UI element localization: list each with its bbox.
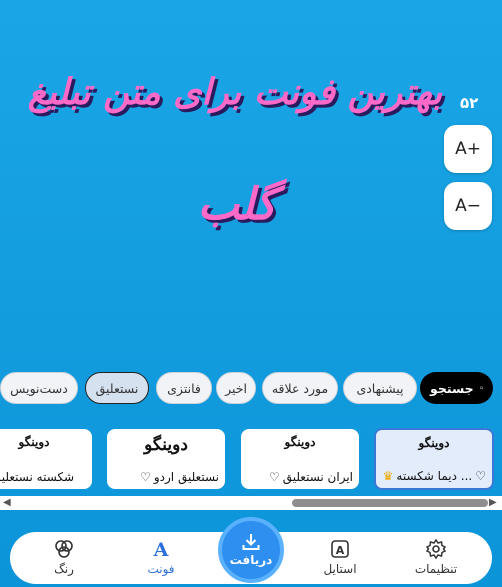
download-button[interactable]: دریافت (218, 517, 284, 583)
nav-style-label: استایل (323, 562, 357, 576)
chip-suggested[interactable]: پیشنهادی (343, 372, 417, 404)
font-card[interactable]: دوینگو ♡ نستعلیق اردو (107, 429, 225, 489)
search-button[interactable]: جستجو (420, 372, 493, 404)
nav-font[interactable]: A فونت (125, 538, 197, 576)
heart-icon[interactable]: ♡ (269, 470, 280, 484)
download-label: دریافت (229, 553, 273, 567)
font-card[interactable]: دوینگو ♡ ایران نستعلیق (241, 429, 359, 489)
increase-size-button[interactable]: A+ (444, 125, 492, 173)
scroll-left-icon[interactable]: ◀ (3, 497, 11, 508)
search-label: جستجو (430, 380, 474, 396)
font-size-value: ۵۲ (460, 94, 479, 112)
chip-handwriting[interactable]: دست‌نویس (0, 372, 78, 404)
font-name: نستعلیق اردو (153, 470, 219, 484)
search-icon (479, 386, 483, 390)
style-icon: A (331, 540, 349, 558)
preview-line2: گلب (198, 178, 288, 230)
nav-settings-label: تنظیمات (414, 562, 458, 576)
nav-style[interactable]: A استایل (304, 538, 376, 576)
font-list: دوینگو ♡ شکسته نستعلیق دوینگو ♡ نستعلیق … (0, 428, 502, 491)
font-sample: دوینگو (284, 435, 316, 449)
chip-recent[interactable]: اخیر (216, 372, 256, 404)
chip-favorites[interactable]: مورد علاقه (262, 372, 338, 404)
chip-fantasy[interactable]: فانتزی (156, 372, 212, 404)
heart-icon[interactable]: ♡ (475, 469, 486, 483)
font-card-selected[interactable]: دوینگو ♛ دیما شکسته ... ♡ (374, 428, 494, 490)
preview-line1: بهترین فونت برای متن تبلیغ (28, 71, 443, 114)
horizontal-scrollbar[interactable]: ◀ ▶ (0, 496, 502, 510)
font-sample: دوینگو (418, 436, 450, 450)
svg-text:A: A (336, 544, 345, 557)
font-sample: دوینگو (144, 435, 188, 455)
scroll-right-icon[interactable]: ▶ (489, 497, 497, 508)
heart-icon[interactable]: ♡ (140, 470, 151, 484)
download-icon (242, 534, 260, 550)
scrollbar-thumb[interactable] (292, 499, 488, 507)
decrease-size-button[interactable]: A− (444, 182, 492, 230)
crown-icon: ♛ (382, 469, 394, 483)
nav-settings[interactable]: تنظیمات (400, 538, 472, 576)
svg-text:A: A (153, 539, 169, 560)
font-sample: دوینگو (18, 435, 50, 449)
gear-icon (425, 538, 447, 560)
nav-color[interactable]: رنگ (28, 538, 100, 576)
nav-font-label: فونت (147, 562, 175, 576)
filter-chips: دست‌نویس نستعلیق فانتزی اخیر مورد علاقه … (0, 372, 502, 408)
font-name: ایران نستعلیق (282, 470, 353, 484)
palette-icon (55, 540, 73, 558)
font-icon: A (153, 539, 169, 560)
font-card[interactable]: دوینگو ♡ شکسته نستعلیق (0, 429, 92, 489)
chip-nastaliq[interactable]: نستعلیق (85, 372, 149, 404)
font-name: شکسته نستعلیق (0, 470, 75, 484)
text-preview[interactable]: بهترین فونت برای متن تبلیغ بهترین فونت ب… (0, 0, 502, 370)
font-name: دیما شکسته ... (396, 469, 473, 483)
nav-color-label: رنگ (54, 562, 74, 576)
